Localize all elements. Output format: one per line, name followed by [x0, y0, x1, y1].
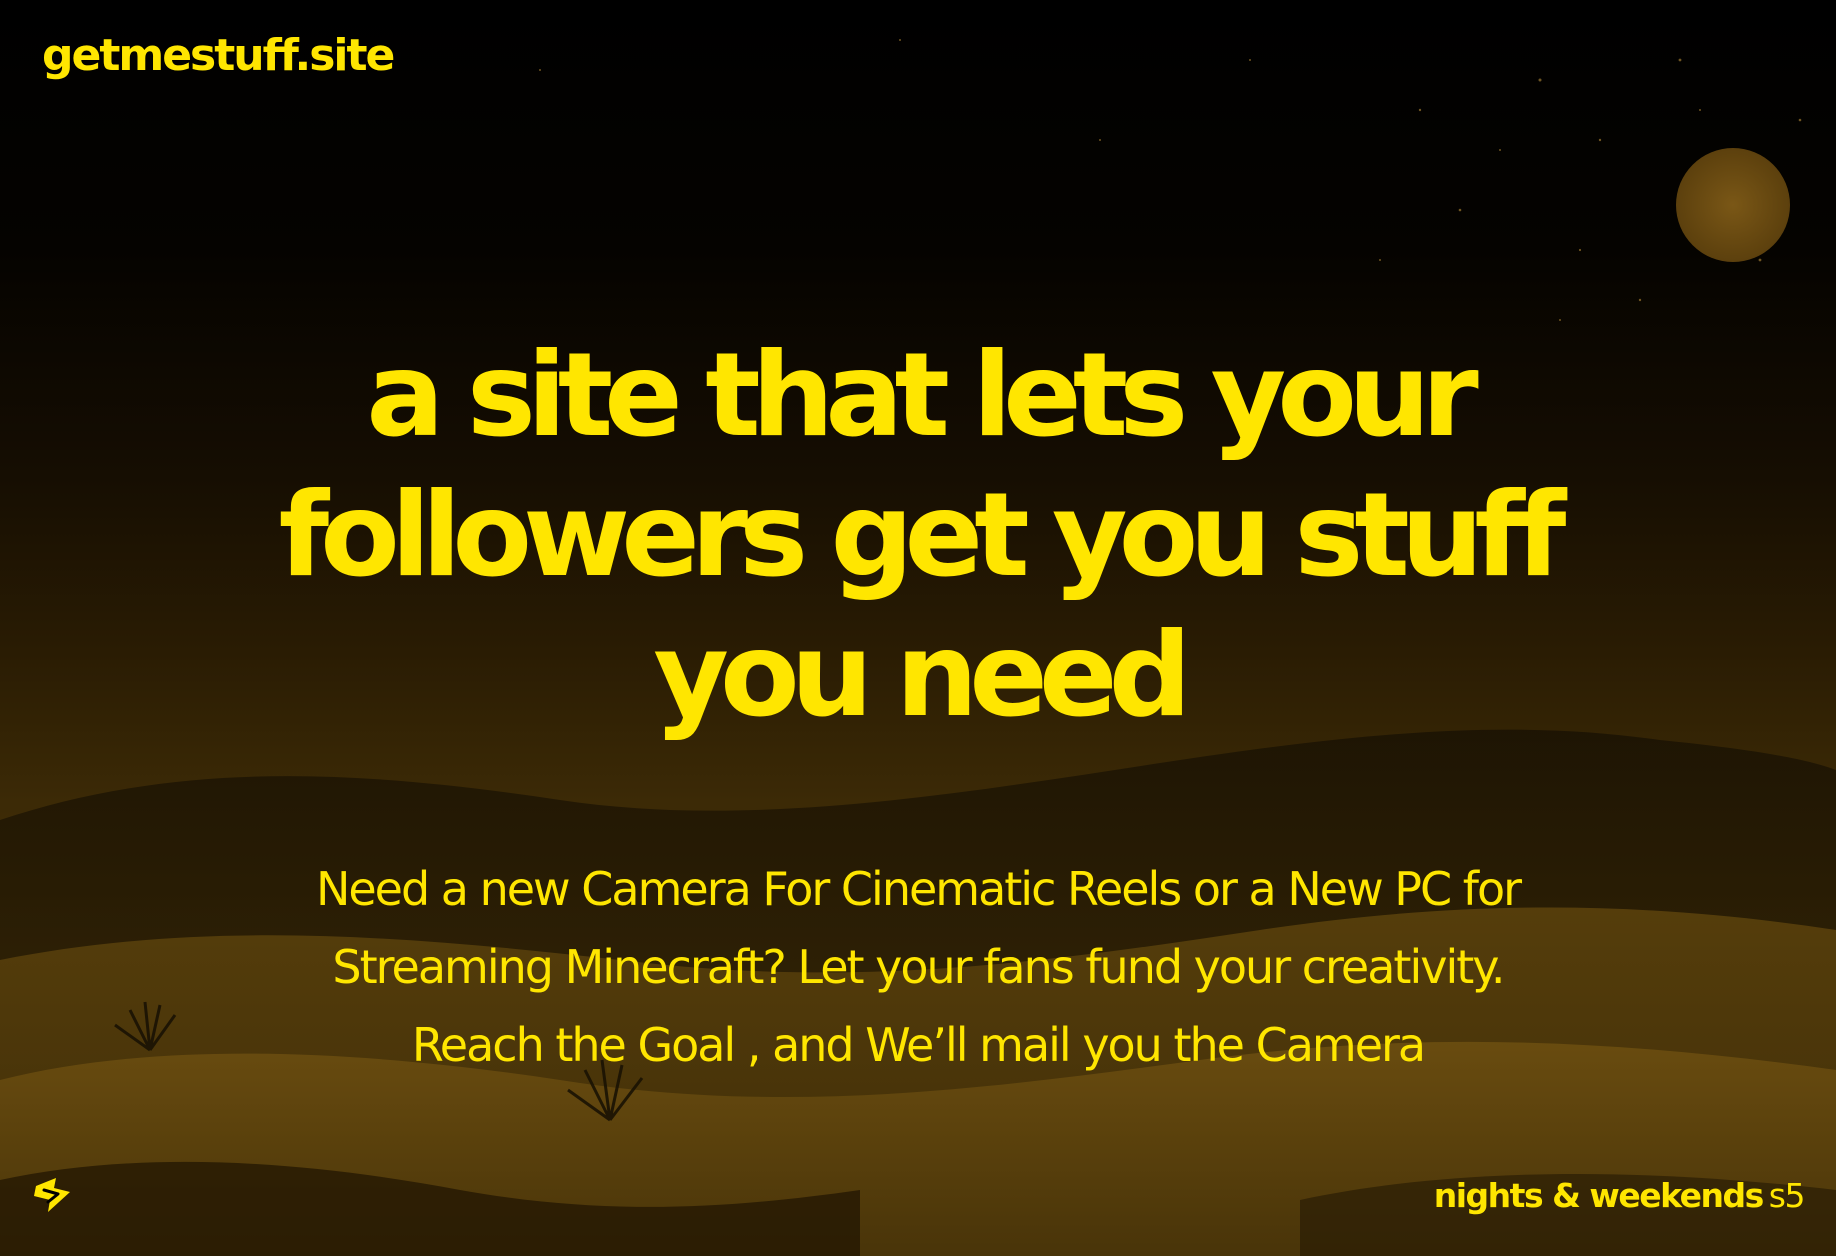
description-line: Need a new Camera For Cinematic Reels or… — [315, 862, 1522, 916]
bolt-badge-icon — [34, 1178, 70, 1212]
headline-line: a site that lets your — [366, 328, 1479, 463]
hero-description: Need a new Camera For Cinematic Reels or… — [0, 850, 1836, 1084]
site-logo[interactable]: getmestuff.site — [42, 30, 395, 83]
description-line: Reach the Goal , and We’ll mail you the … — [411, 1018, 1426, 1072]
description-line: Streaming Minecraft? Let your fans fund … — [332, 940, 1505, 994]
footer-season: s5 — [1768, 1176, 1806, 1215]
moon — [1676, 148, 1790, 262]
headline-line: followers get you stuff — [278, 468, 1567, 603]
footer-brand: nights & weekends s5 — [1433, 1176, 1806, 1215]
headline-line: you need — [653, 608, 1191, 743]
hero-headline: a site that lets your followers get you … — [0, 326, 1836, 746]
stars — [539, 39, 1802, 321]
footer-brand-name: nights & weekends — [1433, 1176, 1765, 1215]
landing-page: getmestuff.site a site that lets your fo… — [0, 0, 1836, 1256]
